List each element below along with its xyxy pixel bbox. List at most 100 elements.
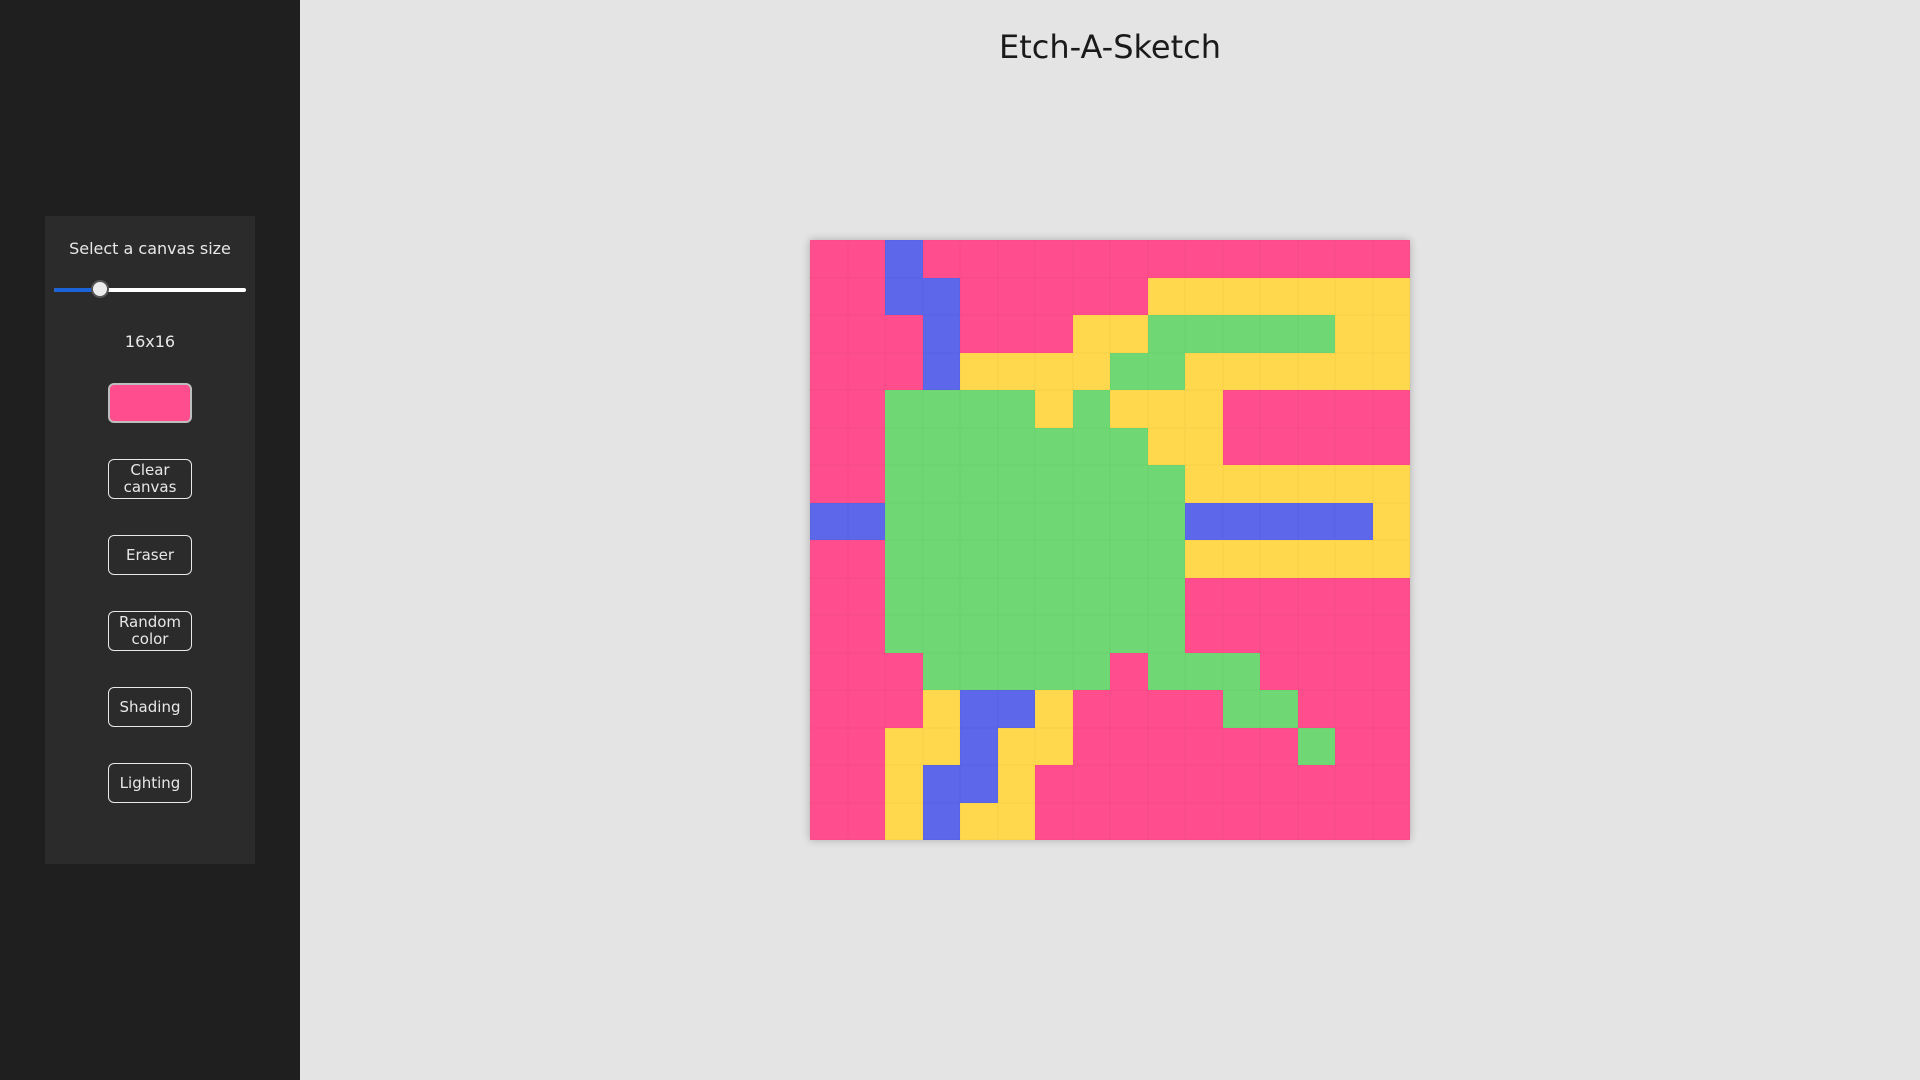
canvas-cell[interactable] (1260, 765, 1298, 803)
canvas-cell[interactable] (885, 765, 923, 803)
canvas-cell[interactable] (1372, 577, 1410, 615)
canvas-cell[interactable] (1222, 390, 1260, 428)
canvas-cell[interactable] (1110, 727, 1148, 765)
canvas-cell[interactable] (1185, 652, 1223, 690)
canvas-cell[interactable] (1260, 727, 1298, 765)
canvas-cell[interactable] (1297, 727, 1335, 765)
canvas-cell[interactable] (922, 277, 960, 315)
canvas-cell[interactable] (997, 315, 1035, 353)
canvas-cell[interactable] (885, 577, 923, 615)
canvas-cell[interactable] (1035, 390, 1073, 428)
canvas-cell[interactable] (997, 727, 1035, 765)
canvas-cell[interactable] (1072, 277, 1110, 315)
canvas-cell[interactable] (922, 240, 960, 278)
canvas-cell[interactable] (810, 652, 848, 690)
canvas-cell[interactable] (1297, 652, 1335, 690)
canvas-cell[interactable] (1372, 240, 1410, 278)
canvas-cell[interactable] (1035, 652, 1073, 690)
canvas-cell[interactable] (1297, 690, 1335, 728)
sketch-canvas[interactable] (810, 240, 1410, 840)
canvas-cell[interactable] (960, 427, 998, 465)
canvas-cell[interactable] (885, 315, 923, 353)
canvas-cell[interactable] (1035, 277, 1073, 315)
canvas-cell[interactable] (1297, 465, 1335, 503)
canvas-cell[interactable] (1335, 427, 1373, 465)
canvas-cell[interactable] (1335, 652, 1373, 690)
canvas-cell[interactable] (847, 540, 885, 578)
shading-button[interactable]: Shading (108, 687, 192, 727)
canvas-cell[interactable] (997, 690, 1035, 728)
canvas-cell[interactable] (997, 427, 1035, 465)
canvas-cell[interactable] (1372, 277, 1410, 315)
canvas-cell[interactable] (810, 690, 848, 728)
canvas-cell[interactable] (1372, 502, 1410, 540)
canvas-cell[interactable] (1147, 502, 1185, 540)
canvas-cell[interactable] (810, 352, 848, 390)
canvas-cell[interactable] (1147, 652, 1185, 690)
canvas-cell[interactable] (1297, 427, 1335, 465)
canvas-cell[interactable] (922, 352, 960, 390)
canvas-cell[interactable] (847, 502, 885, 540)
canvas-cell[interactable] (1110, 352, 1148, 390)
canvas-cell[interactable] (1185, 390, 1223, 428)
canvas-cell[interactable] (885, 465, 923, 503)
canvas-size-slider[interactable] (54, 280, 246, 300)
canvas-cell[interactable] (1147, 352, 1185, 390)
canvas-cell[interactable] (1372, 465, 1410, 503)
canvas-cell[interactable] (922, 802, 960, 840)
canvas-cell[interactable] (885, 502, 923, 540)
canvas-cell[interactable] (997, 352, 1035, 390)
canvas-cell[interactable] (1147, 540, 1185, 578)
slider-thumb[interactable] (91, 280, 109, 298)
canvas-cell[interactable] (960, 652, 998, 690)
canvas-cell[interactable] (1222, 652, 1260, 690)
canvas-cell[interactable] (1072, 802, 1110, 840)
canvas-cell[interactable] (1035, 690, 1073, 728)
canvas-cell[interactable] (1147, 690, 1185, 728)
canvas-cell[interactable] (960, 802, 998, 840)
eraser-button[interactable]: Eraser (108, 535, 192, 575)
canvas-cell[interactable] (1222, 315, 1260, 353)
canvas-cell[interactable] (1297, 502, 1335, 540)
canvas-cell[interactable] (885, 615, 923, 653)
canvas-cell[interactable] (1147, 465, 1185, 503)
canvas-cell[interactable] (1072, 615, 1110, 653)
canvas-cell[interactable] (847, 577, 885, 615)
canvas-cell[interactable] (1260, 540, 1298, 578)
canvas-cell[interactable] (1260, 390, 1298, 428)
canvas-cell[interactable] (1072, 427, 1110, 465)
canvas-cell[interactable] (1335, 465, 1373, 503)
canvas-cell[interactable] (1072, 540, 1110, 578)
canvas-cell[interactable] (1222, 802, 1260, 840)
canvas-cell[interactable] (922, 465, 960, 503)
canvas-cell[interactable] (1147, 315, 1185, 353)
canvas-cell[interactable] (810, 427, 848, 465)
canvas-cell[interactable] (847, 240, 885, 278)
canvas-cell[interactable] (1185, 240, 1223, 278)
canvas-cell[interactable] (1335, 690, 1373, 728)
canvas-cell[interactable] (1260, 690, 1298, 728)
canvas-cell[interactable] (1072, 652, 1110, 690)
canvas-cell[interactable] (1035, 240, 1073, 278)
canvas-cell[interactable] (810, 615, 848, 653)
canvas-cell[interactable] (922, 727, 960, 765)
canvas-cell[interactable] (1222, 427, 1260, 465)
canvas-cell[interactable] (1110, 277, 1148, 315)
canvas-cell[interactable] (1110, 315, 1148, 353)
canvas-cell[interactable] (960, 352, 998, 390)
canvas-cell[interactable] (1372, 615, 1410, 653)
canvas-cell[interactable] (1372, 802, 1410, 840)
canvas-cell[interactable] (997, 277, 1035, 315)
canvas-cell[interactable] (1072, 727, 1110, 765)
canvas-cell[interactable] (885, 652, 923, 690)
canvas-cell[interactable] (1147, 390, 1185, 428)
canvas-cell[interactable] (922, 765, 960, 803)
canvas-cell[interactable] (1035, 577, 1073, 615)
canvas-cell[interactable] (847, 727, 885, 765)
canvas-cell[interactable] (960, 390, 998, 428)
canvas-cell[interactable] (1035, 427, 1073, 465)
canvas-cell[interactable] (810, 802, 848, 840)
canvas-cell[interactable] (1185, 315, 1223, 353)
canvas-cell[interactable] (1147, 615, 1185, 653)
canvas-cell[interactable] (885, 352, 923, 390)
